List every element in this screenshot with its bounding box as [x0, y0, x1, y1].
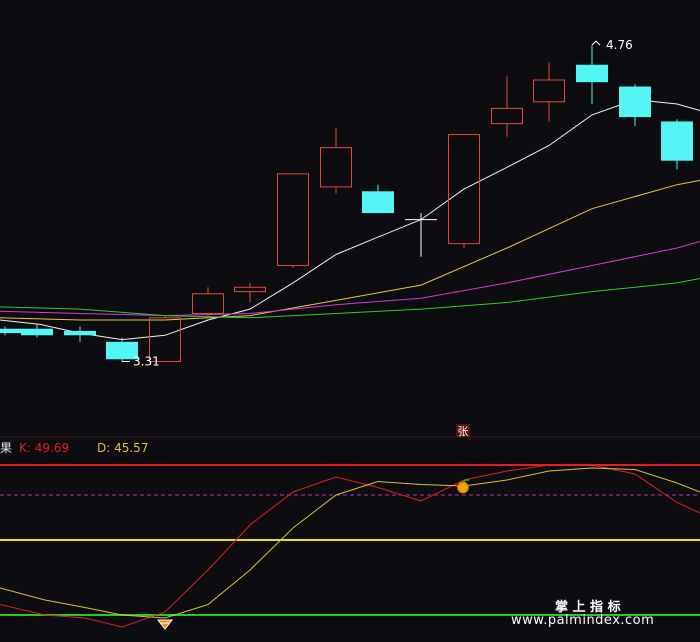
- candle: [277, 173, 309, 268]
- ma-line-2: [0, 179, 700, 321]
- candle: [619, 84, 651, 126]
- candle: [0, 326, 21, 336]
- candle: [448, 134, 480, 248]
- candle: [192, 287, 224, 318]
- candle-body: [277, 173, 309, 266]
- candle: [491, 75, 523, 137]
- indicator-name: 果: [0, 441, 13, 455]
- candle-body: [533, 79, 565, 103]
- ma-line-3: [0, 241, 700, 317]
- candle-body: [64, 330, 96, 336]
- candle-body: [661, 121, 693, 161]
- low-price-label: 3.31: [133, 354, 160, 368]
- fruit-body: [457, 481, 469, 494]
- orange-diamond-icon: [156, 619, 174, 630]
- zhang-marker-label: 张: [458, 425, 469, 438]
- candle-body: [320, 147, 352, 188]
- candle-body: [0, 328, 21, 334]
- candle-body: [21, 328, 53, 336]
- candle-body: [491, 107, 523, 125]
- k-value-label: K: 49.69: [19, 441, 70, 455]
- high-annotation-pointer: [591, 40, 601, 46]
- candle-body: [576, 64, 608, 83]
- watermark-url: www.palmindex.com: [511, 613, 655, 628]
- candle: [533, 62, 565, 122]
- candle-body: [362, 191, 394, 214]
- d-value-label: D: 45.57: [97, 441, 149, 455]
- candle-body: [234, 286, 266, 293]
- stock-chart: 3.31 4.76 张: [0, 38, 700, 630]
- candle: [234, 282, 266, 303]
- chart-stage: { "chart_data": [ { "type": "candlestick…: [0, 0, 700, 642]
- candle: [576, 45, 608, 104]
- candle-body: [619, 86, 651, 118]
- candle-body: [192, 293, 224, 314]
- candle: [320, 128, 352, 194]
- diamond-shape: [156, 619, 174, 630]
- candle: [362, 184, 394, 214]
- candle: [405, 213, 437, 257]
- candle: [661, 119, 693, 170]
- candle: [64, 326, 96, 342]
- high-price-label: 4.76: [606, 38, 633, 52]
